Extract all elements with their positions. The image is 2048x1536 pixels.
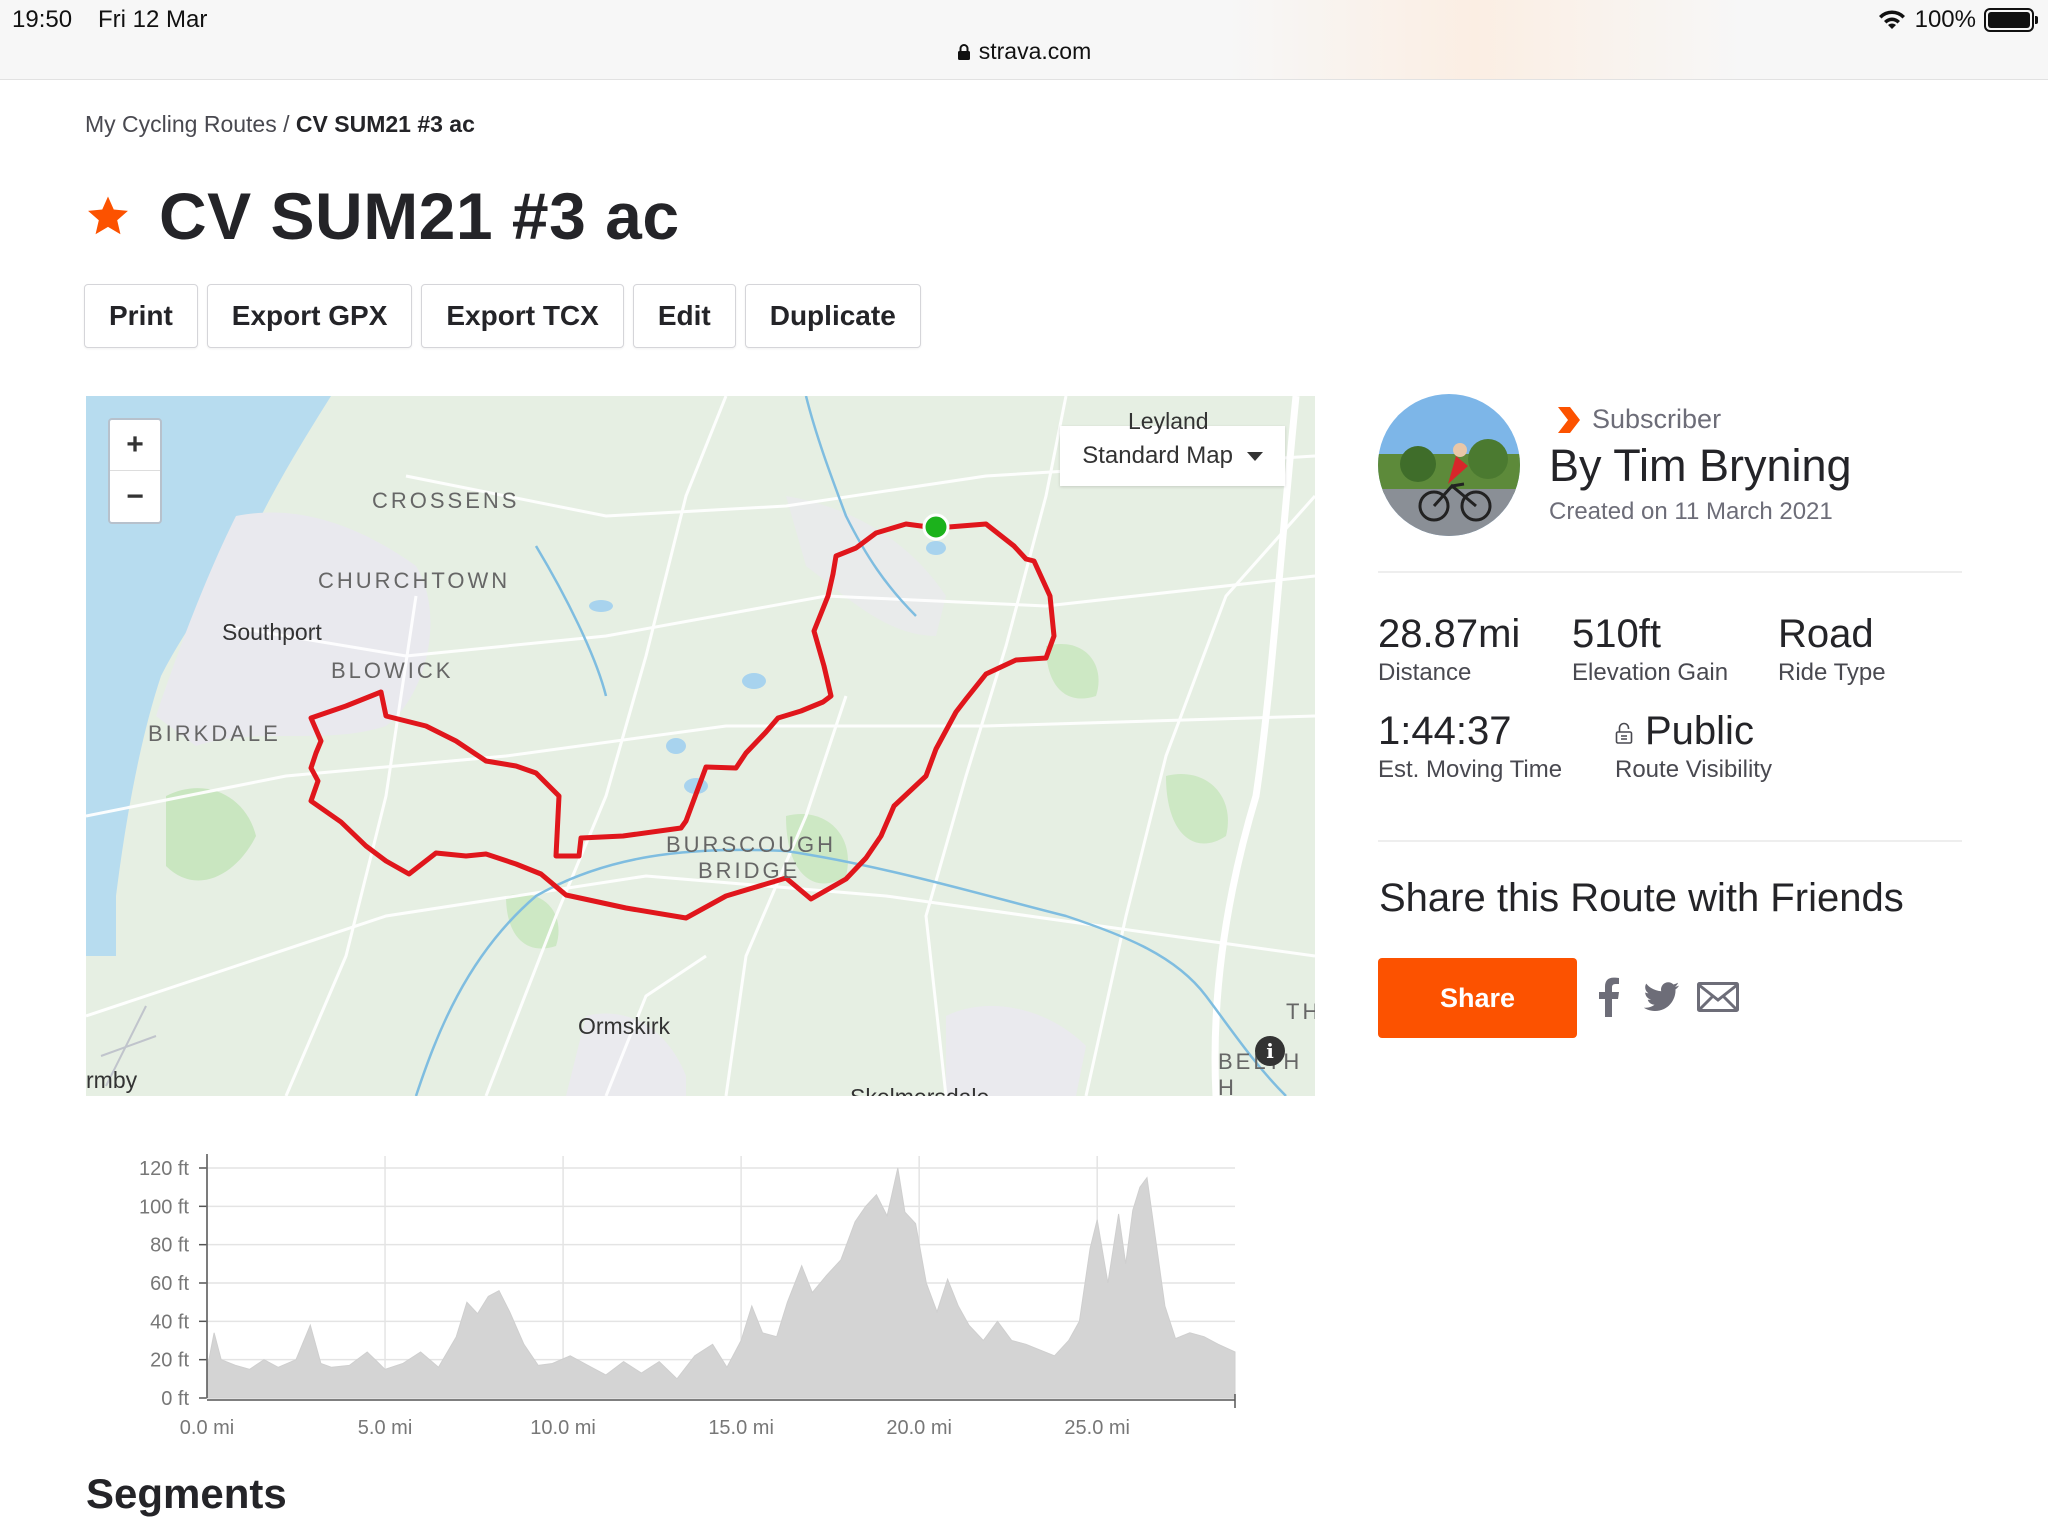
subscriber-row: Subscriber [1556, 404, 1721, 435]
map-label-bridge: BRIDGE [698, 858, 801, 883]
stat-ride-type-value: Road [1778, 612, 1874, 656]
divider-top [1378, 571, 1962, 573]
map-label-blowick: BLOWICK [331, 658, 454, 683]
subscriber-chevron-icon [1558, 406, 1580, 433]
y-tick-label: 120 ft [139, 1158, 189, 1180]
created-date: Created on 11 March 2021 [1549, 498, 1833, 525]
subscriber-label: Subscriber [1592, 404, 1722, 434]
status-right: 100% [1877, 6, 2038, 34]
stat-moving-time-label: Est. Moving Time [1378, 756, 1563, 783]
elevation-chart[interactable]: 0 ft 20 ft 40 ft 60 ft 80 ft 100 ft 120 ft 0.0 … [110, 1140, 1250, 1440]
start-marker [922, 513, 950, 541]
x-tick-label: 5.0 mi [358, 1417, 412, 1439]
twitter-icon[interactable] [1639, 974, 1685, 1020]
device-status-bar: 19:50 Fri 12 Mar 100% strava.com [0, 0, 2048, 80]
stat-ride-type: Road Ride Type [1778, 612, 1886, 687]
zoom-out-button[interactable]: − [110, 471, 160, 522]
stat-moving-time: 1:44:37 Est. Moving Time [1378, 709, 1562, 784]
stat-ride-type-label: Ride Type [1778, 659, 1886, 686]
map-label-th: TH [1286, 999, 1315, 1024]
map-label-rmby: rmby [86, 1067, 138, 1093]
x-tick-label: 15.0 mi [708, 1417, 774, 1439]
action-buttons: Print Export GPX Export TCX Edit Duplica… [84, 284, 921, 348]
route-map[interactable]: + − Standard Map Leyland CROSSENS CHURCH… [86, 396, 1315, 1096]
map-label-southport: Southport [222, 619, 322, 645]
y-tick-label: 80 ft [150, 1235, 189, 1257]
map-label-birkdale: BIRKDALE [148, 721, 281, 746]
x-tick-label: 0.0 mi [180, 1417, 234, 1439]
url-text: strava.com [978, 38, 1092, 64]
breadcrumb-parent-link[interactable]: My Cycling Routes [85, 111, 277, 137]
export-tcx-button[interactable]: Export TCX [421, 284, 624, 348]
print-button[interactable]: Print [84, 284, 198, 348]
lock-icon [957, 43, 970, 60]
facebook-icon[interactable] [1585, 974, 1631, 1020]
stat-visibility-label: Route Visibility [1615, 756, 1772, 783]
y-tick-label: 20 ft [150, 1350, 189, 1372]
map-type-dropdown[interactable]: Standard Map [1060, 426, 1285, 486]
battery-icon [1984, 8, 2038, 32]
stat-visibility: Public Route Visibility [1615, 709, 1772, 784]
map-label-burscough: BURSCOUGH [666, 832, 837, 857]
x-tick-label: 25.0 mi [1064, 1417, 1130, 1439]
x-tick-label: 10.0 mi [530, 1417, 596, 1439]
stat-distance-label: Distance [1378, 659, 1472, 686]
address-bar[interactable]: strava.com [0, 38, 2048, 65]
star-icon[interactable] [85, 193, 131, 239]
edit-button[interactable]: Edit [632, 284, 736, 348]
author-name[interactable]: By Tim Bryning [1549, 440, 1852, 492]
stat-elevation-label: Elevation Gain [1572, 659, 1729, 686]
duplicate-button[interactable]: Duplicate [744, 284, 921, 348]
y-tick-label: 40 ft [150, 1311, 189, 1333]
breadcrumb-current: CV SUM21 #3 ac [295, 111, 475, 137]
export-gpx-button[interactable]: Export GPX [206, 284, 413, 348]
y-tick-label: 60 ft [150, 1273, 189, 1295]
info-icon[interactable]: i [1255, 1036, 1285, 1066]
title-row: CV SUM21 #3 ac [85, 178, 680, 254]
y-tick-label: 100 ft [139, 1196, 189, 1218]
stat-elevation-value: 510ft [1572, 612, 1661, 656]
share-button[interactable]: Share [1378, 958, 1577, 1038]
segments-heading: Segments [86, 1470, 287, 1517]
y-tick-label: 0 ft [161, 1388, 189, 1410]
stat-moving-time-value: 1:44:37 [1378, 709, 1512, 753]
breadcrumb: My Cycling Routes / CV SUM21 #3 ac [85, 111, 475, 138]
stat-distance-value: 28.87mi [1378, 612, 1521, 656]
stat-distance: 28.87mi Distance [1378, 612, 1520, 687]
stat-visibility-row: Public [1615, 709, 1772, 754]
breadcrumb-separator: / [276, 111, 296, 137]
map-type-label: Standard Map [1082, 442, 1233, 469]
status-time: 19:50 [12, 6, 73, 33]
unlock-icon [1615, 723, 1633, 745]
divider-bottom [1378, 840, 1962, 842]
map-label-leyland: Leyland [1128, 408, 1209, 434]
stat-visibility-value: Public [1645, 709, 1754, 753]
zoom-control: + − [108, 418, 162, 524]
wifi-icon [1878, 10, 1905, 29]
map-label-crossens: CROSSENS [372, 488, 520, 513]
battery-percent: 100% [1914, 6, 1976, 33]
page-title: CV SUM21 #3 ac [159, 179, 680, 253]
status-date: Fri 12 Mar [98, 6, 208, 33]
chevron-down-icon [1247, 451, 1263, 461]
stat-elevation: 510ft Elevation Gain [1572, 612, 1728, 687]
share-title: Share this Route with Friends [1379, 876, 1904, 920]
avatar[interactable] [1378, 394, 1520, 536]
map-label-churchtown: CHURCHTOWN [318, 568, 511, 593]
zoom-in-button[interactable]: + [110, 420, 160, 471]
map-label-skelmersdale: Skelmersdale [850, 1084, 989, 1096]
email-icon[interactable] [1695, 974, 1741, 1020]
map-label-ormskirk: Ormskirk [578, 1013, 670, 1039]
x-tick-label: 20.0 mi [886, 1417, 952, 1439]
